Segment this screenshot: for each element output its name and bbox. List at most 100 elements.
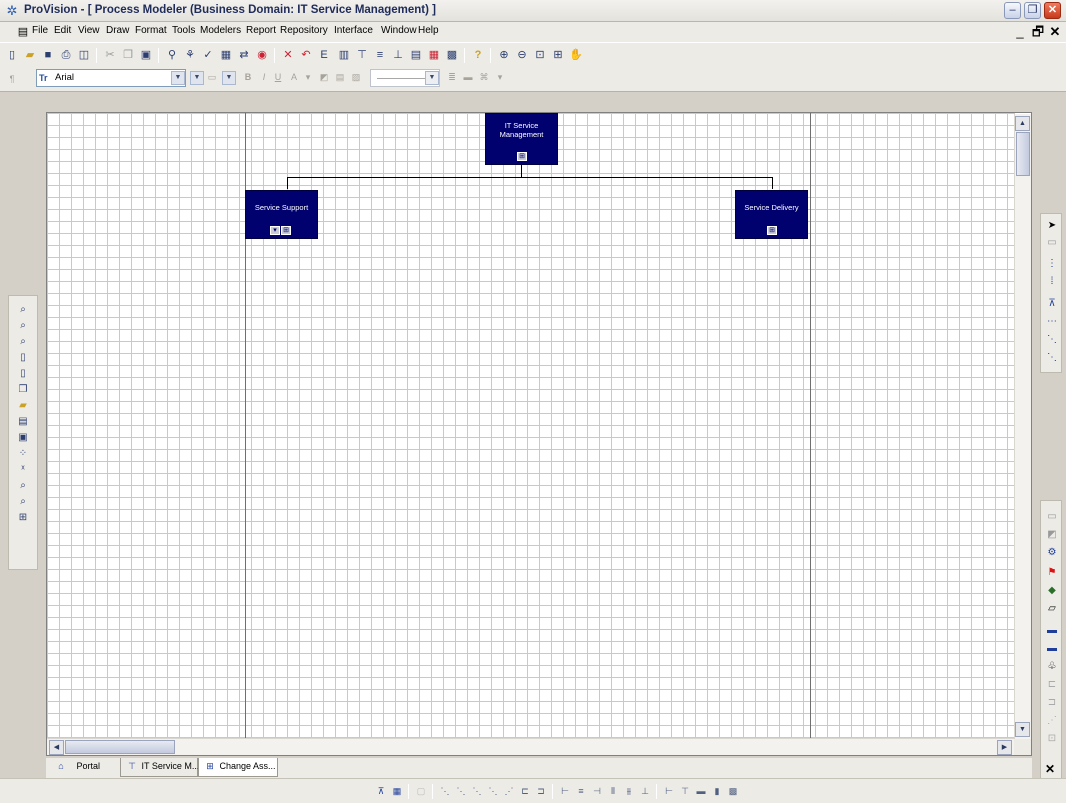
form-tool-icon[interactable]: ▤ bbox=[15, 414, 31, 430]
diagram-canvas[interactable]: IT Service Management ⊞ Service Support … bbox=[46, 112, 1032, 756]
distribute-h-icon[interactable]: ⫴ bbox=[606, 784, 620, 798]
route-icon[interactable]: ⌘ bbox=[478, 71, 490, 83]
italic-icon[interactable]: I bbox=[258, 71, 270, 83]
center-icon[interactable]: ⊥ bbox=[638, 784, 652, 798]
menu-draw[interactable]: Draw bbox=[106, 25, 129, 36]
scroll-up-button[interactable]: ▲ bbox=[1015, 116, 1030, 131]
cut-icon[interactable]: ✂ bbox=[102, 47, 118, 63]
scroll-left-button[interactable]: ◀ bbox=[49, 740, 64, 755]
undo-icon[interactable]: ↶ bbox=[298, 47, 314, 63]
flag-icon[interactable]: ⚑ bbox=[1044, 565, 1060, 581]
arrange-2-icon[interactable]: ⋱ bbox=[454, 784, 468, 798]
sticky-note-icon[interactable]: ▱ bbox=[1044, 601, 1060, 617]
tab-it-service-management[interactable]: ⊤ IT Service M... bbox=[120, 758, 199, 777]
decompose-icon[interactable]: ⊞ bbox=[767, 226, 777, 235]
shapes-tool-icon[interactable]: ♧ bbox=[1044, 659, 1060, 675]
tab-portal[interactable]: ⌂ Portal bbox=[50, 758, 118, 777]
activity-tool-icon[interactable]: ⌕ bbox=[15, 334, 31, 350]
same-size-icon[interactable]: ▬ bbox=[694, 784, 708, 798]
distribute-v-icon[interactable]: ⫵ bbox=[622, 784, 636, 798]
menu-report[interactable]: Report bbox=[246, 25, 276, 36]
font-name-combo[interactable]: Tr Arial ▼ bbox=[36, 69, 186, 87]
mdi-minimize-button[interactable]: _ bbox=[1012, 24, 1028, 40]
align-bottoms-icon[interactable]: ⊣ bbox=[590, 784, 604, 798]
horizontal-scroll-thumb[interactable] bbox=[65, 740, 175, 754]
gear-icon[interactable]: ⚙ bbox=[1044, 545, 1060, 561]
pointer-tool-icon[interactable]: ➤ bbox=[1044, 218, 1060, 234]
open-folder-icon[interactable]: ▰ bbox=[22, 47, 38, 63]
tools-icon[interactable]: ✕ bbox=[280, 47, 296, 63]
indent-layout-icon[interactable]: ⋯ bbox=[1044, 314, 1060, 330]
copy-icon[interactable]: ❐ bbox=[120, 47, 136, 63]
find-icon[interactable]: ⚲ bbox=[164, 47, 180, 63]
same-width-icon[interactable]: ⊢ bbox=[662, 784, 676, 798]
layout-icon[interactable]: ▦ bbox=[426, 47, 442, 63]
staircase-layout-icon[interactable]: ⋱ bbox=[1044, 350, 1060, 366]
route-chevron-icon[interactable]: ▾ bbox=[494, 71, 506, 83]
arrange-7-icon[interactable]: ⊐ bbox=[534, 784, 548, 798]
spacing-tool-icon[interactable]: ⊼ bbox=[374, 784, 388, 798]
menu-edit[interactable]: Edit bbox=[54, 25, 71, 36]
report-tool-icon[interactable]: ▣ bbox=[15, 430, 31, 446]
note-tool-icon[interactable]: ▭ bbox=[1044, 509, 1060, 525]
vertical-tree-icon[interactable]: ⁞ bbox=[1044, 274, 1060, 290]
align-centers-icon[interactable]: ≡ bbox=[574, 784, 588, 798]
style-icon[interactable]: ¶ bbox=[6, 73, 18, 85]
page-tool-icon[interactable]: ▯ bbox=[15, 366, 31, 382]
spell-check-icon[interactable]: ✓ bbox=[200, 47, 216, 63]
unlink-tool-icon[interactable]: ˣ bbox=[15, 462, 31, 478]
connector-icon[interactable]: ⇄ bbox=[236, 47, 252, 63]
hierarchy-layout-icon[interactable]: ⊼ bbox=[1044, 296, 1060, 312]
rectangle-tool-icon[interactable]: ▭ bbox=[1044, 235, 1060, 251]
filter-icon[interactable]: ⚘ bbox=[182, 47, 198, 63]
minimize-button[interactable]: – bbox=[1004, 2, 1021, 19]
font-size-field[interactable]: ▭ bbox=[206, 71, 218, 83]
font-color-icon[interactable]: A bbox=[288, 71, 300, 83]
menu-modelers[interactable]: Modelers bbox=[200, 25, 241, 36]
arrow-style-icon[interactable]: ▬ bbox=[462, 71, 474, 83]
arrange-1-icon[interactable]: ⋱ bbox=[438, 784, 452, 798]
print-preview-icon[interactable]: ◫ bbox=[76, 47, 92, 63]
fit-page-icon[interactable]: ⊞ bbox=[550, 47, 566, 63]
line-style-combo[interactable]: ▼ bbox=[370, 69, 440, 87]
underline-icon[interactable]: U bbox=[272, 71, 284, 83]
ungroup-tool-icon[interactable]: ⊐ bbox=[1044, 695, 1060, 711]
line-color-icon[interactable]: ▤ bbox=[334, 71, 346, 83]
font-size-chevron-icon[interactable]: ▼ bbox=[222, 71, 236, 85]
line-width-icon[interactable]: ≣ bbox=[446, 71, 458, 83]
link-tool-icon[interactable]: ⁘ bbox=[15, 446, 31, 462]
menu-help[interactable]: Help bbox=[418, 25, 439, 36]
menu-view[interactable]: View bbox=[78, 25, 100, 36]
menu-interface[interactable]: Interface bbox=[334, 25, 373, 36]
document-icon[interactable]: ▤ bbox=[16, 25, 30, 39]
link-icon[interactable]: ◉ bbox=[254, 47, 270, 63]
align-top-icon[interactable]: ⊤ bbox=[354, 47, 370, 63]
process-it-service-management[interactable]: IT Service Management ⊞ bbox=[485, 113, 558, 165]
org-chart-tool-icon[interactable]: ⊞ bbox=[15, 510, 31, 526]
new-document-icon[interactable]: ▯ bbox=[4, 47, 20, 63]
folder-tool-icon[interactable]: ▰ bbox=[15, 398, 31, 414]
scroll-down-button[interactable]: ▼ bbox=[1015, 722, 1030, 737]
bold-icon[interactable]: B bbox=[242, 71, 254, 83]
pan-hand-icon[interactable]: ✋ bbox=[568, 47, 584, 63]
distribute-icon[interactable]: ▤ bbox=[408, 47, 424, 63]
horizontal-tree-icon[interactable]: ⋮ bbox=[1044, 256, 1060, 272]
close-tab-button[interactable]: ✕ bbox=[1042, 762, 1058, 776]
fill-color-icon[interactable]: ◩ bbox=[318, 71, 330, 83]
arrange-3-icon[interactable]: ⋱ bbox=[470, 784, 484, 798]
font-color-chevron-icon[interactable]: ▾ bbox=[302, 71, 314, 83]
print-icon[interactable]: ⎙ bbox=[58, 47, 74, 63]
mdi-close-button[interactable]: ✕ bbox=[1047, 24, 1063, 40]
decompose-icon[interactable]: ⊞ bbox=[517, 152, 527, 161]
event-tool-icon[interactable]: ⌕ bbox=[15, 494, 31, 510]
zoom-in-icon[interactable]: ⊕ bbox=[496, 47, 512, 63]
swimlane-tool-icon[interactable]: ▬ bbox=[1044, 623, 1060, 639]
scroll-right-button[interactable]: ▶ bbox=[997, 740, 1012, 755]
save-icon[interactable]: ■ bbox=[40, 47, 56, 63]
align-bottom-icon[interactable]: ⊥ bbox=[390, 47, 406, 63]
menu-format[interactable]: Format bbox=[135, 25, 167, 36]
arrange-6-icon[interactable]: ⊏ bbox=[518, 784, 532, 798]
provision-app-icon[interactable]: ✲ bbox=[4, 3, 20, 19]
same-height-icon[interactable]: ⊤ bbox=[678, 784, 692, 798]
help-icon[interactable]: ? bbox=[470, 47, 486, 63]
